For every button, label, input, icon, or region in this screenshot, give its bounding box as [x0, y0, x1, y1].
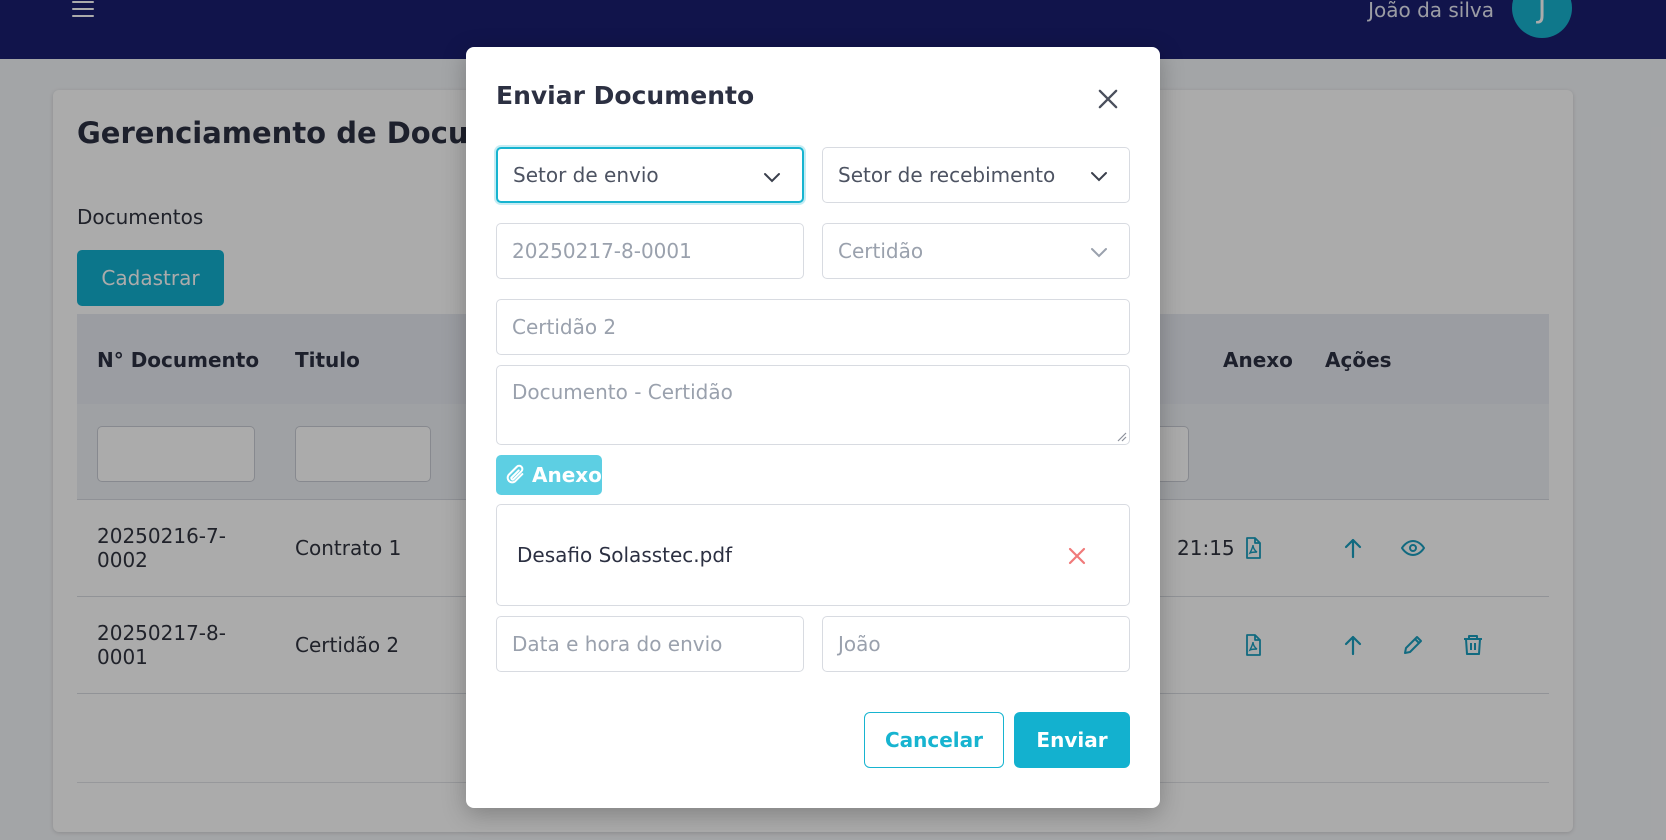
paperclip-icon	[506, 464, 524, 484]
chevron-down-icon	[764, 173, 780, 183]
send-datetime-field[interactable]: Data e hora do envio	[496, 616, 804, 672]
sender-name-value: João	[838, 632, 881, 656]
document-type-select[interactable]: Certidão	[822, 223, 1130, 279]
close-icon[interactable]	[1094, 85, 1122, 113]
attach-button-label: Anexo	[532, 463, 602, 487]
resize-handle-icon[interactable]	[1115, 430, 1127, 442]
cancel-button[interactable]: Cancelar	[864, 712, 1004, 768]
receiver-sector-select[interactable]: Setor de recebimento	[822, 147, 1130, 203]
attach-button[interactable]: Anexo	[496, 455, 602, 495]
send-button[interactable]: Enviar	[1014, 712, 1130, 768]
document-number-value: 20250217-8-0001	[512, 239, 692, 263]
send-datetime-placeholder: Data e hora do envio	[512, 632, 723, 656]
chevron-down-icon	[1091, 172, 1107, 182]
document-type-value: Certidão	[838, 239, 924, 263]
document-title-field[interactable]: Certidão 2	[496, 299, 1130, 355]
sender-sector-select[interactable]: Setor de envio	[496, 147, 804, 203]
sender-sector-placeholder: Setor de envio	[513, 163, 659, 187]
document-title-value: Certidão 2	[512, 315, 617, 339]
sender-name-field[interactable]: João	[822, 616, 1130, 672]
remove-file-icon[interactable]	[1067, 546, 1087, 566]
attached-file-item: Desafio Solasstec.pdf	[496, 504, 1130, 606]
receiver-sector-placeholder: Setor de recebimento	[838, 163, 1056, 187]
description-textarea[interactable]: Documento - Certidão	[496, 365, 1130, 445]
document-number-field[interactable]: 20250217-8-0001	[496, 223, 804, 279]
send-document-dialog: Enviar Documento Setor de envio Setor de…	[466, 47, 1160, 808]
description-placeholder: Documento - Certidão	[512, 380, 733, 404]
attached-file-name: Desafio Solasstec.pdf	[517, 543, 733, 567]
chevron-down-icon	[1091, 248, 1107, 258]
dialog-title: Enviar Documento	[496, 81, 755, 110]
